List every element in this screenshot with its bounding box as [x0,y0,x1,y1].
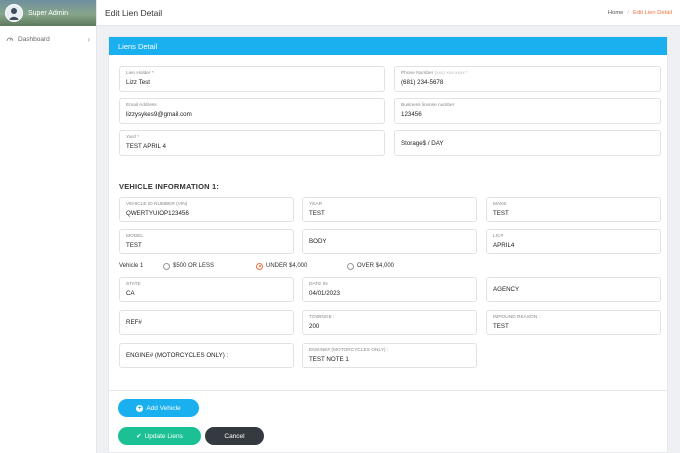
field-value: TEST [493,323,509,330]
field-label: Yard * [126,135,139,140]
update-liens-label: Update Liens [144,432,183,440]
field-value: TEST [126,242,142,249]
field-value: TEST NOTE 1 [309,356,349,363]
field-label: MAKE [493,202,507,207]
breadcrumb: Home / Edit Lien Detail [608,10,672,16]
storage-field[interactable]: Storage$ / DAY [394,130,661,156]
vehicle-value-radio-group: Vehicle 1 $500 OR LESS UNDER $4,000 OVER… [119,261,659,271]
field-value: AGENCY [493,286,520,293]
lic-field[interactable]: LIC# APRIL4 [486,229,661,254]
user-avatar-icon [8,8,20,20]
check-icon: ✔ [136,433,142,440]
field-label: IMPOUND REASON : [493,315,540,320]
field-value: lizzysykes9@gmail.com [126,111,192,118]
yard-field[interactable]: Yard * TEST APRIL 4 [119,130,385,156]
add-vehicle-button[interactable]: + Add Vehicle [118,399,199,417]
field-value: Lizz Test [126,79,150,86]
sidebar-user-name: Super Admin [28,9,69,17]
lien-holder-field[interactable]: Lien Holder * Lizz Test [119,66,385,92]
card-header: Liens Detail [109,37,667,55]
field-value: QWERTYUIOP123456 [126,210,189,217]
model-field[interactable]: MODEL TEST [119,229,294,254]
lien-detail-card: Liens Detail Lien Holder * Lizz Test Pho… [108,36,668,453]
business-license-field[interactable]: Business license number 123456 [394,98,661,124]
field-label: Business license number [401,103,455,108]
field-value: 123456 [401,111,422,118]
field-value: (681) 234-5678 [401,79,444,86]
add-vehicle-label: Add Vehicle [146,404,181,412]
cancel-button[interactable]: Cancel [205,427,264,445]
field-label: Lien Holder * [126,71,154,76]
field-label: DATE IN [309,282,328,287]
divider [109,390,667,391]
chevron-right-icon: › [87,34,90,44]
breadcrumb-home[interactable]: Home [608,10,623,16]
radio-over-4000[interactable]: OVER $4,000 [347,262,395,270]
email-field[interactable]: Email Address lizzysykes9@gmail.com [119,98,385,124]
radio-label: UNDER $4,000 [266,263,308,269]
ref-field[interactable]: REF# [119,310,294,335]
field-value: BODY [309,238,327,245]
radio-label: OVER $4,000 [357,263,395,269]
field-value: Storage$ / DAY [401,139,444,147]
field-value: TEST [309,210,325,217]
impound-reason-field[interactable]: IMPOUND REASON : TEST [486,310,661,335]
radio-circle-selected[interactable] [256,262,263,270]
field-value: 200 [309,323,320,330]
field-label: TOWINGE : [309,315,335,320]
radio-500-or-less[interactable]: $500 OR LESS [163,262,215,270]
agency-field[interactable]: AGENCY [486,277,661,302]
vehicle-section-title: VEHICLE INFORMATION 1: [119,182,220,191]
sidebar-item-label: Dashboard [18,35,50,43]
field-label: VEHICLE ID NUMBER (VIN) [126,202,188,207]
state-field[interactable]: STATE CA [119,277,294,302]
body-field[interactable]: BODY [302,229,477,254]
phone-hint: (xxx) xxx-xxxx * [434,71,468,76]
phone-field[interactable]: Phone Number (xxx) xxx-xxxx * (681) 234-… [394,66,661,92]
field-label: Phone Number (xxx) xxx-xxxx * [401,70,654,77]
field-value: TEST [493,210,509,217]
engine-field-empty[interactable]: ENGINE# (MOTORCYCLES ONLY) : [119,343,294,368]
year-field[interactable]: YEAR TEST [302,197,477,222]
field-value: TEST APRIL 4 [126,143,166,150]
breadcrumb-current: Edit Lien Detail [633,9,672,16]
field-value: REF# [126,319,142,326]
field-value: ENGINE# (MOTORCYCLES ONLY) : [126,352,229,359]
phone-label: Phone Number [401,71,434,76]
page-title: Edit Lien Detail [105,7,163,18]
make-field[interactable]: MAKE TEST [486,197,661,222]
sidebar-item-dashboard[interactable]: Dashboard › [0,26,96,52]
top-bar: Edit Lien Detail Home / Edit Lien Detail [97,0,680,26]
field-label: MODEL [126,234,144,239]
dashboard-icon [6,37,14,42]
update-liens-button[interactable]: ✔ Update Liens [118,427,201,445]
radio-label: $500 OR LESS [173,263,215,269]
radio-under-4000[interactable]: UNDER $4,000 [256,262,308,270]
field-value: APRIL4 [493,242,515,249]
breadcrumb-separator: / [627,9,629,16]
date-in-field[interactable]: DATE IN 04/01/2023 [302,277,477,302]
field-value: CA [126,290,135,297]
plus-icon: + [136,404,144,412]
field-value: 04/01/2023 [309,290,340,297]
radio-circle[interactable] [347,262,354,270]
avatar[interactable] [5,4,23,22]
towinge-field[interactable]: TOWINGE : 200 [302,310,477,335]
field-label: STATE [126,282,141,287]
field-label: YEAR [309,202,323,207]
field-label: ENGINE# (MOTORCYCLES ONLY) : [309,348,389,353]
sidebar-user-header: Super Admin [0,0,96,26]
vin-field[interactable]: VEHICLE ID NUMBER (VIN) QWERTYUIOP123456 [119,197,294,222]
cancel-label: Cancel [224,432,245,440]
vehicle-value-label: Vehicle 1 [119,263,144,269]
sidebar: Super Admin Dashboard › [0,0,97,453]
radio-circle[interactable] [163,262,170,270]
field-label: Email Address [126,103,157,108]
field-label: LIC# [493,234,504,239]
engine-field[interactable]: ENGINE# (MOTORCYCLES ONLY) : TEST NOTE 1 [302,343,477,368]
